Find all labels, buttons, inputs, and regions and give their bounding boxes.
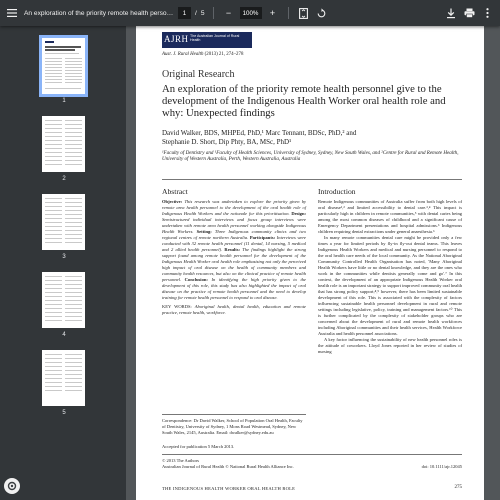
- toolbar-divider: [287, 7, 289, 19]
- download-icon[interactable]: [444, 6, 458, 20]
- footer-rule: [162, 454, 462, 455]
- introduction-column: Introduction Remote Indigenous communiti…: [318, 187, 462, 355]
- thumbnail-number: 5: [62, 410, 66, 416]
- abstract-label: Results:: [224, 247, 241, 253]
- copyright-line: Australian Journal of Rural Health © Nat…: [162, 464, 294, 469]
- page-number: 275: [454, 485, 463, 490]
- menu-icon[interactable]: [0, 0, 24, 26]
- header-rule: [162, 179, 462, 180]
- page-thumbnail-5[interactable]: [42, 350, 85, 406]
- zoom-out-button[interactable]: −: [222, 6, 236, 20]
- more-options-icon[interactable]: [480, 6, 494, 20]
- abstract-text: This research was undertaken to explore …: [162, 199, 306, 217]
- article-title: An exploration of the priority remote he…: [162, 83, 446, 119]
- zoom-in-button[interactable]: +: [266, 6, 280, 20]
- pdf-page: AJRH The Australian Journal of Rural Hea…: [136, 26, 484, 500]
- journal-logo: AJRH The Australian Journal of Rural Hea…: [162, 32, 252, 48]
- abstract-text: In identifying the high priority given t…: [162, 277, 307, 301]
- abstract-column: Abstract Objective: This research was un…: [162, 187, 306, 316]
- citation-journal: Aust. J. Rural Health: [162, 52, 204, 57]
- document-title: An exploration of the priority remote he…: [24, 9, 174, 17]
- keywords: KEY WORDS: Aboriginal health, dental hea…: [162, 304, 306, 316]
- page-thumbnail-1[interactable]: [39, 35, 88, 97]
- introduction-heading: Introduction: [318, 187, 356, 196]
- introduction-paragraph: In many remote communities dental care m…: [318, 235, 462, 337]
- authors-line: David Walker, BDS, MHPEd, PhD,¹ Marc Ten…: [162, 129, 357, 137]
- author-affiliations: ¹Faculty of Dentistry and ¹Faculty of He…: [162, 150, 459, 163]
- page-thumbnail-4[interactable]: [42, 272, 85, 328]
- thumbnail-sidebar: 1 2 3 4 5: [0, 26, 126, 500]
- settings-gear-icon[interactable]: [4, 478, 20, 494]
- page-thumbnail-2[interactable]: [42, 116, 85, 172]
- abstract-heading: Abstract: [162, 187, 188, 196]
- citation-details: (2013) 21, 274–278: [204, 52, 244, 57]
- print-icon[interactable]: [462, 6, 476, 20]
- toolbar-divider: [212, 7, 214, 19]
- article-authors: David Walker, BDS, MHPEd, PhD,¹ Marc Ten…: [162, 129, 442, 147]
- accepted-date: Accepted for publication 5 March 2013.: [162, 444, 235, 449]
- running-head: THE INDIGENOUS HEALTH WORKER ORAL HEALTH…: [162, 486, 296, 491]
- journal-logo-mark: AJRH: [164, 34, 189, 44]
- abstract-label: Participants:: [249, 235, 276, 241]
- page-number-input[interactable]: 1: [178, 7, 191, 19]
- article-section: Original Research: [162, 69, 235, 80]
- article-doi: doi: 10.1111/ajr.12045: [421, 464, 462, 469]
- journal-citation: Aust. J. Rural Health (2013) 21, 274–278: [162, 52, 243, 57]
- thumbnail-number: 1: [62, 98, 66, 104]
- abstract-label: Setting:: [196, 229, 212, 235]
- page-total: 5: [200, 9, 205, 17]
- page-thumbnail-3[interactable]: [42, 194, 85, 250]
- rotate-icon[interactable]: [315, 6, 329, 20]
- abstract-body: Objective: This research was undertaken …: [162, 199, 306, 301]
- journal-logo-text: The Australian Journal of Rural Health: [190, 34, 240, 43]
- thumbnail-number: 2: [62, 176, 66, 182]
- copyright-notice: © 2013 The Authors Australian Journal of…: [162, 458, 462, 470]
- correspondence-rule: [162, 414, 306, 415]
- keywords-label: KEY WORDS:: [162, 304, 192, 310]
- abstract-label: Design:: [291, 211, 306, 217]
- zoom-input[interactable]: 100%: [239, 7, 262, 19]
- thumbnail-number: 4: [62, 332, 66, 338]
- authors-line: Stephanie D. Short, Dip Phty, BA, MSc, P…: [162, 138, 292, 146]
- introduction-paragraph: Remote Indigenous communities of Austral…: [318, 199, 462, 235]
- pdf-toolbar: An exploration of the priority remote he…: [0, 0, 500, 26]
- fit-page-icon[interactable]: [297, 6, 311, 20]
- thumbnail-number: 3: [62, 254, 66, 260]
- introduction-paragraph: A key factor influencing the sustainabil…: [318, 337, 462, 355]
- abstract-label: Conclusion:: [184, 277, 208, 283]
- abstract-label: Objective:: [162, 199, 183, 204]
- page-separator: /: [195, 9, 197, 17]
- correspondence-note: Correspondence: Dr David Walker, School …: [162, 418, 303, 435]
